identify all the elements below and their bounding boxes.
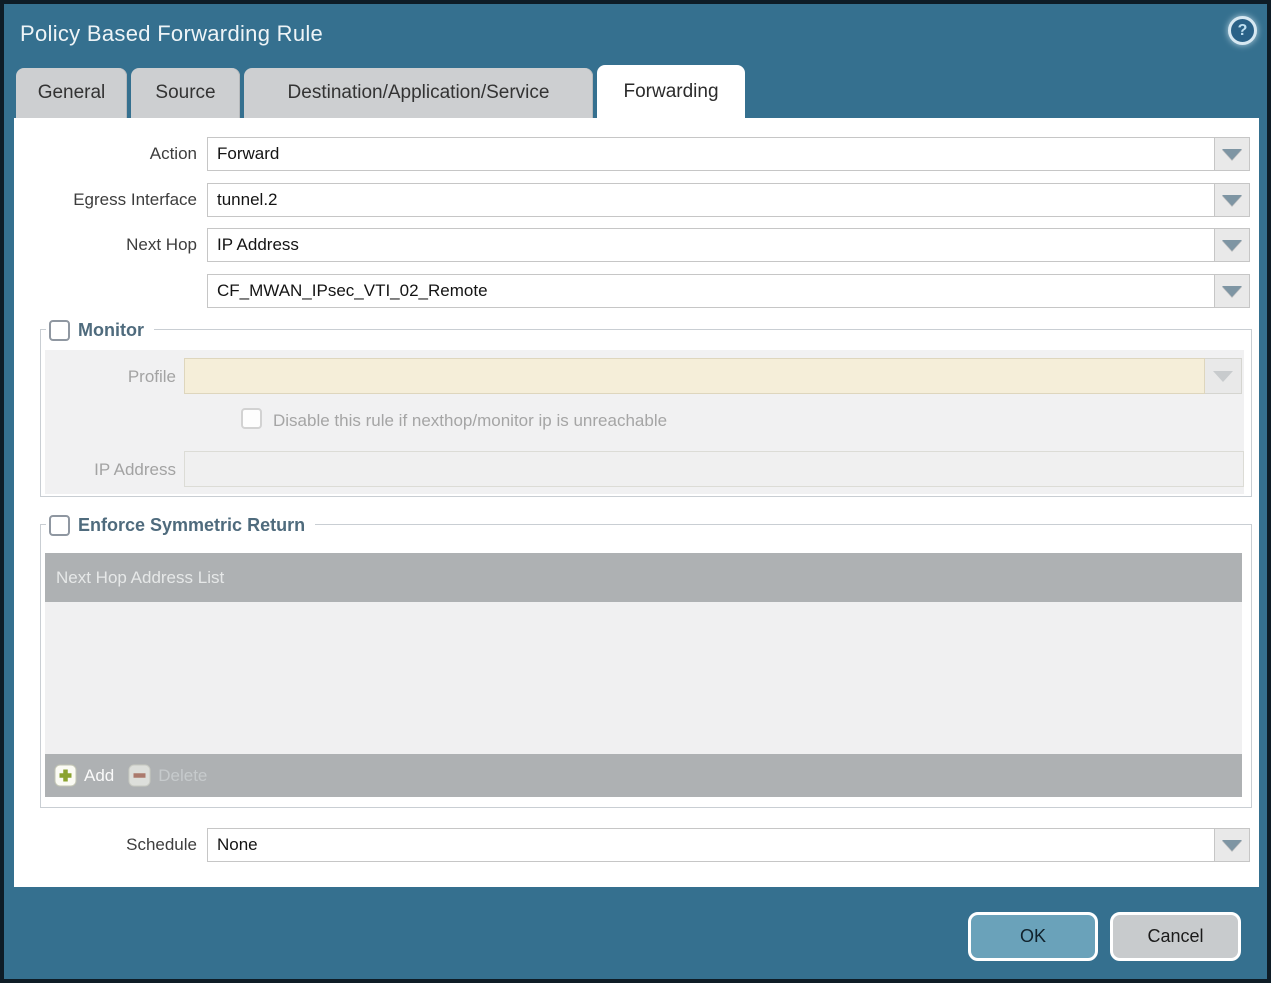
monitor-fieldset: Monitor Profile Disable this rule if nex… (40, 329, 1252, 497)
enforce-symmetric-return-legend-label: Enforce Symmetric Return (78, 515, 305, 536)
egress-interface-row: Egress Interface tunnel.2 (14, 183, 1259, 217)
monitor-legend-label: Monitor (78, 320, 144, 341)
next-hop-address-list-header: Next Hop Address List (45, 553, 1242, 602)
cancel-button[interactable]: Cancel (1110, 912, 1241, 961)
chevron-down-icon (1222, 840, 1242, 851)
tab-forwarding[interactable]: Forwarding (597, 65, 745, 118)
plus-icon (54, 764, 77, 787)
egress-interface-label: Egress Interface (14, 190, 197, 210)
enforce-symmetric-return-checkbox[interactable] (49, 515, 70, 536)
schedule-select[interactable]: None (207, 828, 1215, 862)
screen: Policy Based Forwarding Rule ? General S… (0, 0, 1271, 983)
next-hop-row: Next Hop IP Address (14, 228, 1259, 262)
profile-label: Profile (45, 367, 176, 387)
next-hop-address-select[interactable]: CF_MWAN_IPsec_VTI_02_Remote (207, 274, 1215, 308)
chevron-down-icon (1222, 286, 1242, 297)
schedule-label: Schedule (14, 835, 197, 855)
egress-interface-select[interactable]: tunnel.2 (207, 183, 1215, 217)
next-hop-label: Next Hop (14, 235, 197, 255)
add-button-label: Add (84, 766, 114, 786)
disable-rule-checkbox (241, 408, 262, 429)
monitor-ip-address-label: IP Address (45, 460, 176, 480)
next-hop-address-value: CF_MWAN_IPsec_VTI_02_Remote (217, 281, 488, 301)
next-hop-address-table: Next Hop Address List Add (45, 553, 1242, 797)
next-hop-type-value: IP Address (217, 235, 299, 255)
tab-destination-application-service[interactable]: Destination/Application/Service (244, 68, 593, 118)
add-button[interactable]: Add (54, 764, 114, 787)
disable-rule-label: Disable this rule if nexthop/monitor ip … (273, 411, 667, 431)
chevron-down-icon (1222, 195, 1242, 206)
pbf-rule-dialog: Policy Based Forwarding Rule ? General S… (4, 4, 1267, 979)
egress-interface-value: tunnel.2 (217, 190, 278, 210)
schedule-value: None (217, 835, 258, 855)
delete-button-label: Delete (158, 766, 207, 786)
enforce-symmetric-return-legend: Enforce Symmetric Return (46, 512, 315, 538)
tab-source[interactable]: Source (131, 68, 240, 118)
ok-button[interactable]: OK (968, 912, 1098, 961)
next-hop-type-select[interactable]: IP Address (207, 228, 1215, 262)
monitor-legend: Monitor (46, 317, 154, 343)
delete-button: Delete (128, 764, 207, 787)
egress-interface-dropdown-button[interactable] (1215, 183, 1250, 217)
action-select[interactable]: Forward (207, 137, 1215, 171)
minus-icon (128, 764, 151, 787)
chevron-down-icon (1222, 240, 1242, 251)
action-label: Action (14, 144, 197, 164)
tab-bar: General Source Destination/Application/S… (16, 68, 745, 118)
chevron-down-icon (1222, 149, 1242, 160)
action-row: Action Forward (14, 137, 1259, 171)
question-mark-glyph: ? (1238, 22, 1248, 40)
tab-general[interactable]: General (16, 68, 127, 118)
monitor-ip-address-input (184, 451, 1244, 487)
action-value: Forward (217, 144, 279, 164)
schedule-dropdown-button[interactable] (1215, 828, 1250, 862)
profile-dropdown-button (1205, 358, 1242, 394)
help-icon[interactable]: ? (1228, 16, 1257, 45)
next-hop-address-table-footer: Add Delete (45, 754, 1242, 797)
monitor-checkbox[interactable] (49, 320, 70, 341)
next-hop-address-row: CF_MWAN_IPsec_VTI_02_Remote (14, 274, 1259, 308)
schedule-row: Schedule None (14, 828, 1259, 862)
forwarding-tab-panel: Action Forward Egress Interface tunnel.2 (14, 118, 1259, 887)
next-hop-address-table-body[interactable] (45, 602, 1242, 754)
dialog-title: Policy Based Forwarding Rule (20, 21, 323, 47)
profile-select (184, 358, 1205, 394)
next-hop-address-dropdown-button[interactable] (1215, 274, 1250, 308)
next-hop-type-dropdown-button[interactable] (1215, 228, 1250, 262)
action-dropdown-button[interactable] (1215, 137, 1250, 171)
enforce-symmetric-return-fieldset: Enforce Symmetric Return Next Hop Addres… (40, 524, 1252, 808)
chevron-down-icon (1213, 371, 1233, 382)
monitor-panel: Profile Disable this rule if nexthop/mon… (45, 350, 1244, 494)
